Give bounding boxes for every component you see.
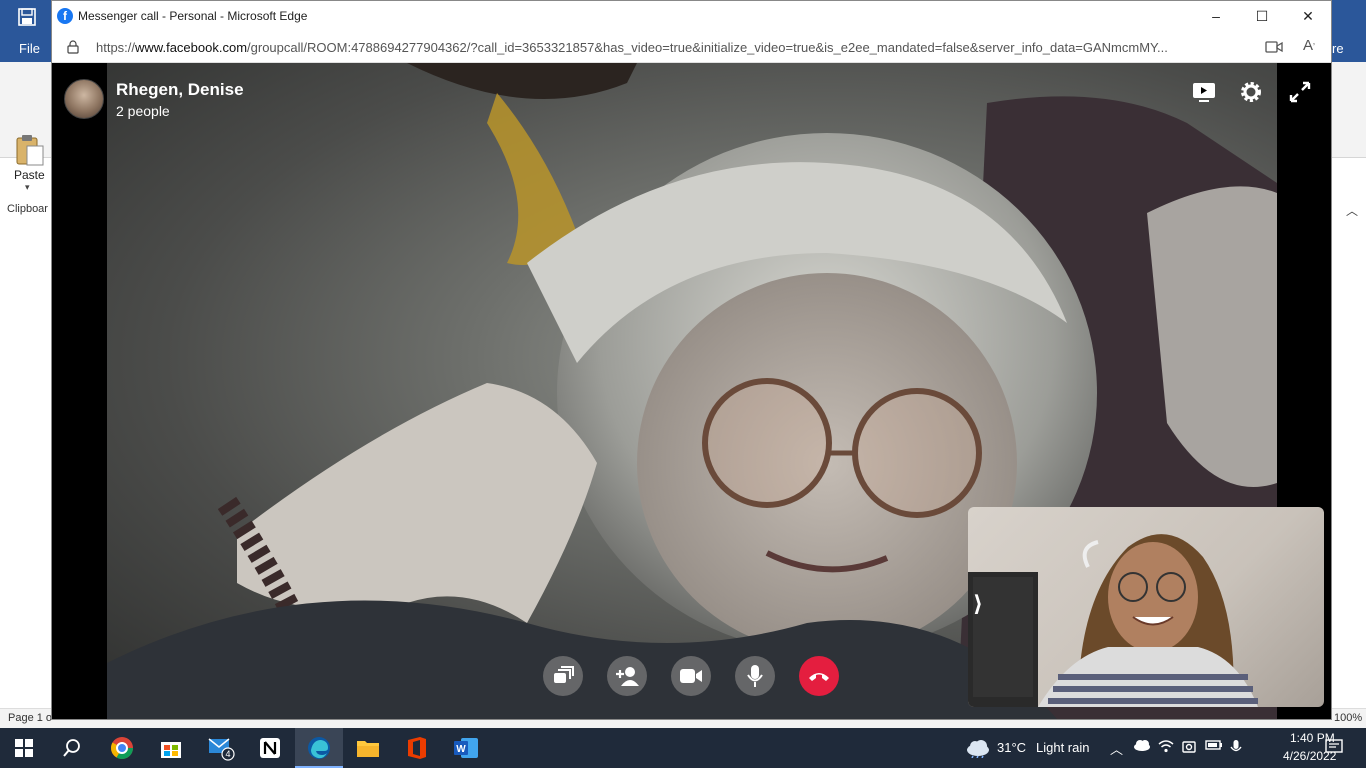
page-indicator[interactable]: Page 1 o [8, 712, 52, 724]
chrome-icon[interactable] [108, 734, 136, 762]
weather-temperature[interactable]: 31°C [997, 740, 1026, 755]
window-title: Messenger call - Personal - Microsoft Ed… [78, 9, 308, 23]
notion-icon[interactable] [256, 734, 284, 762]
edge-icon[interactable] [305, 734, 333, 762]
weather-cloud-icon[interactable] [964, 734, 992, 762]
add-person-button[interactable] [607, 656, 647, 696]
facebook-icon: f [57, 8, 73, 24]
microphone-toggle-button[interactable] [735, 656, 775, 696]
word-icon[interactable]: W [452, 734, 480, 762]
hang-up-icon [809, 673, 829, 681]
zoom-level[interactable]: 100% [1334, 712, 1362, 724]
mail-badge: 4 [225, 749, 230, 759]
edge-window: f Messenger call - Personal - Microsoft … [51, 0, 1332, 720]
battery-icon[interactable] [1205, 739, 1223, 754]
lock-icon[interactable] [66, 40, 80, 54]
clipboard-group-label: Clipboar [7, 203, 48, 215]
end-call-button[interactable] [799, 656, 839, 696]
paste-button-label[interactable]: Paste [14, 168, 45, 182]
screen-share-icon[interactable] [1191, 79, 1217, 105]
self-participant-image [968, 534, 1258, 707]
address-bar: https://www.facebook.com/groupcall/ROOM:… [52, 32, 1331, 63]
caller-name: Rhegen, Denise [116, 80, 244, 99]
add-person-icon [616, 667, 639, 686]
url-prefix: https:// [96, 40, 136, 55]
camera-toggle-button[interactable] [671, 656, 711, 696]
windows-taskbar: 4 W 31°C Light rain ︿ 1:40 PM 4/26/2022 [0, 728, 1366, 768]
save-icon[interactable] [18, 8, 40, 26]
url-path: /groupcall/ROOM:4788694277904362/?call_i… [247, 40, 1168, 55]
weather-description[interactable]: Light rain [1036, 740, 1089, 755]
title-bar: f Messenger call - Personal - Microsoft … [52, 1, 1331, 32]
fullscreen-icon[interactable] [1287, 79, 1313, 105]
chevron-right-icon[interactable]: ⟩ [973, 591, 983, 617]
camera-in-use-icon[interactable] [1182, 739, 1196, 756]
office-icon[interactable] [403, 734, 431, 762]
search-icon[interactable] [58, 734, 86, 762]
url-host: www.facebook.com [135, 40, 248, 55]
microsoft-store-icon[interactable] [157, 734, 185, 762]
chevron-up-icon[interactable]: ︿ [1346, 202, 1358, 219]
mail-icon[interactable]: 4 [207, 734, 235, 762]
switch-view-button[interactable] [543, 656, 583, 696]
caller-avatar [64, 79, 104, 119]
close-button[interactable]: ✕ [1285, 1, 1331, 32]
video-camera-icon [680, 669, 702, 683]
microphone-icon [747, 665, 763, 687]
microphone-tray-icon[interactable] [1230, 739, 1242, 758]
settings-gear-icon[interactable] [1238, 79, 1264, 105]
minimize-button[interactable]: – [1193, 1, 1239, 32]
svg-text:W: W [456, 744, 466, 755]
self-video-preview[interactable]: ⟩ [968, 507, 1324, 707]
onedrive-cloud-icon[interactable] [1133, 739, 1151, 754]
paste-icon[interactable] [15, 134, 45, 166]
maximize-button[interactable]: ☐ [1239, 1, 1285, 32]
participant-count: 2 people [116, 103, 170, 119]
read-aloud-icon[interactable]: Aʼ [1303, 37, 1315, 54]
notifications-icon[interactable] [1325, 739, 1343, 758]
tray-overflow-icon[interactable]: ︿ [1110, 739, 1123, 758]
camera-permission-icon[interactable] [1265, 40, 1283, 54]
url-field[interactable]: https://www.facebook.com/groupcall/ROOM:… [96, 40, 1246, 55]
file-tab[interactable]: File [19, 41, 40, 56]
call-video-area: Rhegen, Denise 2 people ⟩ [52, 63, 1331, 719]
switch-view-icon [554, 666, 574, 683]
windows-start-icon[interactable] [10, 734, 38, 762]
file-explorer-icon[interactable] [354, 734, 382, 762]
wifi-icon[interactable] [1158, 739, 1174, 756]
ribbon-tab-more[interactable]: re [1332, 41, 1344, 56]
chevron-down-icon[interactable]: ▾ [25, 182, 30, 193]
